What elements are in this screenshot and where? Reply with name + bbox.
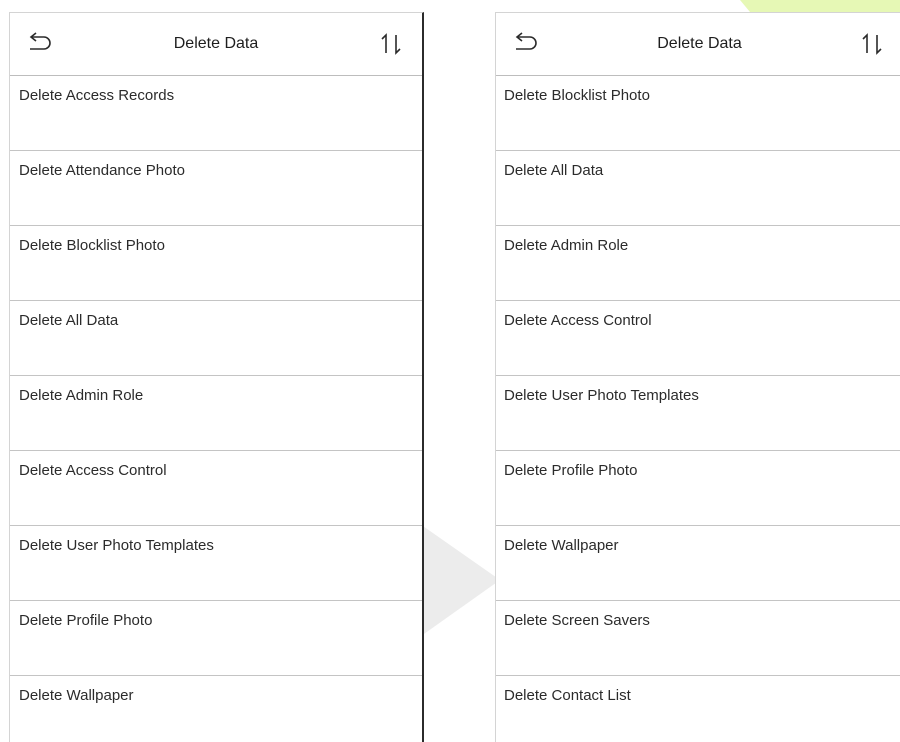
title-bar: Delete Data [496,13,900,76]
menu-item-delete-profile-photo[interactable]: Delete Profile Photo [10,601,422,676]
menu-item-delete-admin-role[interactable]: Delete Admin Role [496,226,900,301]
menu-item-delete-user-photo-templates[interactable]: Delete User Photo Templates [496,376,900,451]
device-screen-left: Delete Data Delete Access Records Delete… [9,12,424,742]
title-bar: Delete Data [10,13,422,76]
page-title: Delete Data [173,35,259,52]
page-stage: Delete Data Delete Access Records Delete… [0,0,900,742]
menu-item-delete-access-records[interactable]: Delete Access Records [10,76,422,151]
menu-item-delete-admin-role[interactable]: Delete Admin Role [10,376,422,451]
menu-item-delete-contact-list[interactable]: Delete Contact List [496,676,900,742]
menu-item-delete-blocklist-photo[interactable]: Delete Blocklist Photo [10,226,422,301]
menu-item-delete-attendance-photo[interactable]: Delete Attendance Photo [10,151,422,226]
menu-list: Delete Blocklist Photo Delete All Data D… [496,76,900,742]
menu-item-delete-access-control[interactable]: Delete Access Control [10,451,422,526]
menu-item-delete-all-data[interactable]: Delete All Data [496,151,900,226]
menu-item-delete-screen-savers[interactable]: Delete Screen Savers [496,601,900,676]
page-title: Delete Data [657,35,742,52]
menu-item-delete-access-control[interactable]: Delete Access Control [496,301,900,376]
menu-item-delete-blocklist-photo[interactable]: Delete Blocklist Photo [496,76,900,151]
sort-icon[interactable] [857,29,889,59]
menu-item-delete-wallpaper[interactable]: Delete Wallpaper [10,676,422,742]
menu-item-delete-user-photo-templates[interactable]: Delete User Photo Templates [10,526,422,601]
menu-item-delete-wallpaper[interactable]: Delete Wallpaper [496,526,900,601]
menu-list: Delete Access Records Delete Attendance … [10,76,422,742]
menu-item-delete-profile-photo[interactable]: Delete Profile Photo [496,451,900,526]
menu-item-delete-all-data[interactable]: Delete All Data [10,301,422,376]
device-screen-right: Delete Data Delete Blocklist Photo Delet… [495,12,900,742]
sort-icon[interactable] [376,29,408,59]
